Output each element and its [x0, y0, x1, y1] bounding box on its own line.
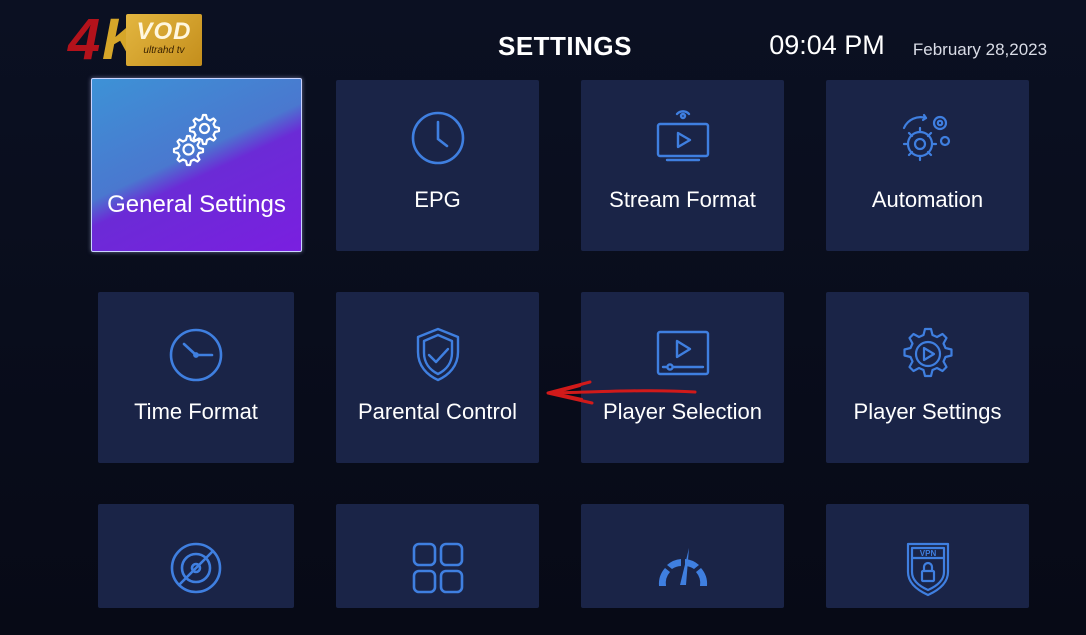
vpn-shield-icon: VPN: [898, 538, 958, 598]
time-clock-icon: [166, 324, 226, 384]
annotation-arrow: [546, 380, 697, 405]
tile-vpn[interactable]: VPN: [826, 504, 1029, 608]
disc-off-icon: [166, 538, 226, 598]
tile-label: EPG: [414, 187, 461, 212]
clock-icon: [408, 108, 468, 168]
tile-disc-off[interactable]: [98, 504, 294, 608]
shield-check-icon: [408, 324, 468, 384]
gear-arrows-icon: [898, 108, 958, 168]
gear-group-icon: [167, 109, 227, 169]
tile-label: Stream Format: [609, 187, 756, 212]
tile-automation[interactable]: Automation: [826, 80, 1029, 251]
svg-text:VPN: VPN: [919, 549, 936, 558]
grid-apps-icon: [408, 538, 468, 598]
tile-label: Automation: [871, 187, 984, 212]
gear-play-icon: [898, 324, 958, 384]
tile-epg[interactable]: EPG: [336, 80, 539, 251]
tile-label: Player Settings: [853, 399, 1002, 424]
tile-apps[interactable]: [336, 504, 539, 608]
player-screen-icon: [653, 324, 713, 384]
settings-grid: General Settings EPG Stream Format Autom…: [0, 0, 1086, 635]
tile-parental-control[interactable]: Parental Control: [336, 292, 539, 463]
tile-label: General Settings: [107, 191, 286, 218]
tile-general-settings[interactable]: General Settings: [91, 78, 302, 252]
tile-speed-test[interactable]: [581, 504, 784, 608]
tile-label: Parental Control: [358, 399, 517, 424]
tile-stream-format[interactable]: Stream Format: [581, 80, 784, 251]
tile-label: Time Format: [134, 399, 258, 424]
tile-player-settings[interactable]: Player Settings: [826, 292, 1029, 463]
speedometer-icon: [653, 538, 713, 598]
stream-tv-icon: [653, 108, 713, 168]
tile-time-format[interactable]: Time Format: [98, 292, 294, 463]
